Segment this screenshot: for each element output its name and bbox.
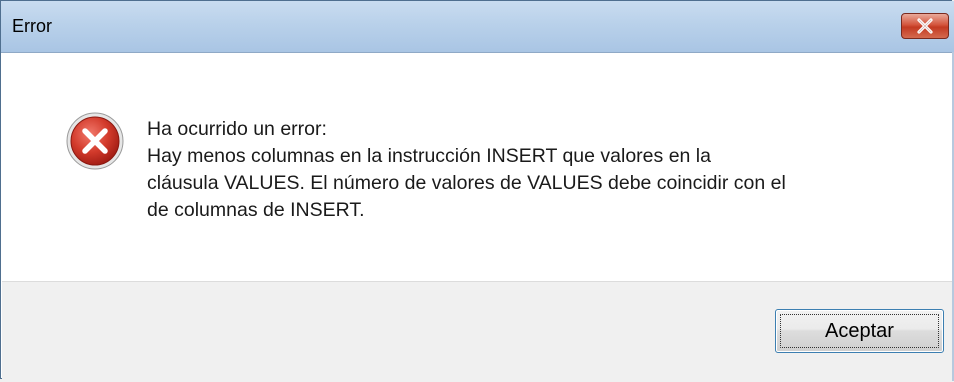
title-bar[interactable]: Error xyxy=(1,1,954,53)
error-message: Ha ocurrido un error: Hay menos columnas… xyxy=(147,116,907,224)
focus-rectangle xyxy=(780,314,939,348)
error-icon xyxy=(66,112,124,170)
close-button[interactable] xyxy=(901,13,949,39)
button-bar: Aceptar xyxy=(2,281,954,382)
message-line: cláusula VALUES. El número de valores de… xyxy=(147,172,786,194)
close-x-icon xyxy=(917,18,933,34)
window-title: Error xyxy=(12,16,52,36)
accept-button[interactable]: Aceptar xyxy=(775,309,944,353)
message-line: de columnas de INSERT. xyxy=(147,199,365,221)
message-line: Hay menos columnas en la instrucción INS… xyxy=(147,145,711,167)
message-area: Ha ocurrido un error: Hay menos columnas… xyxy=(2,53,954,281)
error-dialog: Error Ha ocurrido un error: Hay menos co… xyxy=(0,0,954,382)
message-line: Ha ocurrido un error: xyxy=(147,118,327,140)
